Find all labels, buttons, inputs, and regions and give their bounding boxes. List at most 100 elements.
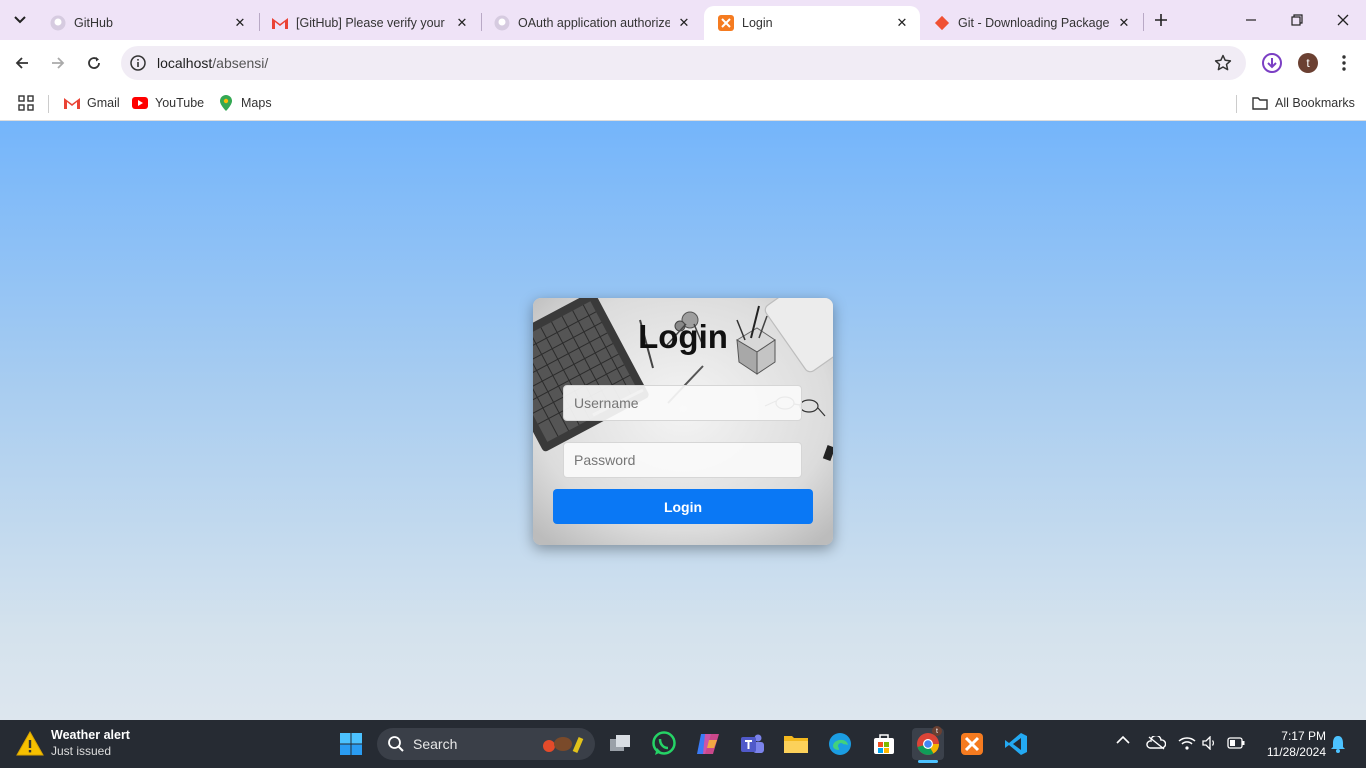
menu-button[interactable]: [1331, 50, 1357, 76]
chrome-button[interactable]: t: [912, 726, 944, 763]
login-heading: Login: [638, 318, 728, 355]
downloads-button[interactable]: [1259, 50, 1285, 76]
restore-icon: [1291, 14, 1303, 26]
store-icon: [874, 734, 894, 754]
onedrive-button[interactable]: [1146, 734, 1167, 753]
start-button[interactable]: [335, 728, 367, 760]
close-icon[interactable]: ✕: [232, 15, 248, 31]
close-icon[interactable]: ✕: [676, 15, 692, 31]
reload-icon: [88, 57, 100, 69]
all-bookmarks-button[interactable]: All Bookmarks: [1252, 94, 1355, 112]
restore-button[interactable]: [1285, 8, 1309, 32]
git-icon: [934, 15, 950, 31]
xampp-icon: [961, 733, 983, 755]
clock[interactable]: 7:17 PM 11/28/2024: [1256, 728, 1326, 760]
bookmark-star-icon[interactable]: [1214, 54, 1232, 77]
login-card: Login Login: [533, 298, 833, 545]
forward-button[interactable]: [45, 50, 71, 76]
close-icon: [1337, 14, 1349, 26]
whatsapp-button[interactable]: [648, 728, 680, 760]
maps-icon: [218, 95, 234, 111]
search-label: Search: [413, 736, 458, 752]
url-path: /absensi/: [212, 55, 269, 71]
bookmark-gmail[interactable]: Gmail: [64, 94, 120, 112]
xampp-button[interactable]: [956, 728, 988, 760]
tab-divider: [1143, 13, 1144, 31]
tab-title: Login: [742, 16, 773, 30]
tab-git[interactable]: Git - Downloading Package ✕: [920, 6, 1142, 40]
back-button[interactable]: [9, 50, 35, 76]
tab-search-button[interactable]: [8, 8, 32, 32]
battery-icon: [1227, 737, 1245, 749]
new-tab-button[interactable]: [1149, 8, 1173, 32]
password-input[interactable]: [563, 442, 802, 478]
browser-toolbar: localhost/absensi/ t: [0, 40, 1366, 86]
apps-grid-icon: [18, 95, 34, 111]
tab-strip: GitHub ✕ [GitHub] Please verify your d ✕…: [0, 0, 1366, 40]
bookmarks-divider: [1236, 95, 1237, 113]
battery-button[interactable]: [1227, 737, 1245, 752]
volume-button[interactable]: [1202, 735, 1218, 753]
folder-icon: [784, 736, 808, 753]
bookmark-maps[interactable]: Maps: [218, 94, 272, 112]
apps-button[interactable]: [18, 94, 34, 112]
avatar: t: [1298, 53, 1318, 73]
task-view-icon: [610, 735, 630, 751]
store-button[interactable]: [868, 728, 900, 760]
profile-initial: t: [1306, 56, 1310, 70]
tab-title: Git - Downloading Package: [958, 16, 1110, 30]
volume-icon: [1202, 735, 1215, 751]
search-highlight-icon: [543, 737, 584, 753]
warning-icon: [16, 730, 44, 756]
tab-title: [GitHub] Please verify your d: [296, 16, 448, 30]
close-window-button[interactable]: [1331, 8, 1355, 32]
wifi-button[interactable]: [1178, 735, 1196, 754]
close-icon[interactable]: ✕: [894, 15, 910, 31]
bookmark-youtube[interactable]: YouTube: [132, 94, 204, 112]
reload-button[interactable]: [81, 50, 107, 76]
weather-subtitle: Just issued: [51, 744, 112, 758]
minimize-button[interactable]: [1239, 8, 1263, 32]
url-text: localhost/absensi/: [157, 55, 268, 71]
profile-button[interactable]: t: [1295, 50, 1321, 76]
close-icon[interactable]: ✕: [1116, 15, 1132, 31]
minimize-icon: [1246, 19, 1256, 21]
tab-title: GitHub: [74, 16, 113, 30]
tab-gmail[interactable]: [GitHub] Please verify your d ✕: [258, 6, 480, 40]
teams-button[interactable]: [736, 728, 768, 760]
vscode-button[interactable]: [1000, 728, 1032, 760]
tab-login[interactable]: Login ✕: [704, 6, 920, 40]
copilot-button[interactable]: [692, 728, 724, 760]
edge-button[interactable]: [824, 728, 856, 760]
active-indicator: [918, 760, 938, 763]
bookmarks-bar: Gmail YouTube Maps All Bookmarks: [0, 86, 1366, 121]
site-info-icon[interactable]: [129, 54, 147, 72]
plus-icon: [1155, 14, 1167, 26]
file-explorer-button[interactable]: [780, 728, 812, 760]
tab-github[interactable]: GitHub ✕: [36, 6, 258, 40]
address-bar[interactable]: localhost/absensi/: [121, 46, 1246, 80]
clock-time: 7:17 PM: [1281, 729, 1326, 743]
bookmark-label: Gmail: [87, 96, 120, 110]
wifi-icon: [1178, 737, 1196, 750]
login-button[interactable]: Login: [553, 489, 813, 524]
whatsapp-icon: [652, 731, 676, 755]
youtube-icon: [132, 95, 148, 111]
all-bookmarks-label: All Bookmarks: [1275, 96, 1355, 110]
weather-widget[interactable]: Weather alert Just issued: [16, 728, 156, 762]
taskbar: Weather alert Just issued Search t 7:17 …: [0, 720, 1366, 768]
taskbar-search[interactable]: Search: [377, 728, 595, 760]
task-view-button[interactable]: [604, 728, 636, 760]
gmail-icon: [272, 15, 288, 31]
chevron-up-icon: [1116, 735, 1130, 744]
notifications-button[interactable]: [1330, 735, 1346, 756]
bookmarks-divider: [48, 95, 49, 113]
bookmark-label: Maps: [241, 96, 272, 110]
search-icon: [388, 736, 404, 752]
show-hidden-icons-button[interactable]: [1116, 734, 1130, 748]
close-icon[interactable]: ✕: [454, 15, 470, 31]
tab-oauth[interactable]: OAuth application authorize ✕: [480, 6, 702, 40]
profile-badge: t: [932, 726, 942, 736]
username-input[interactable]: [563, 385, 802, 421]
folder-icon: [1252, 95, 1268, 111]
